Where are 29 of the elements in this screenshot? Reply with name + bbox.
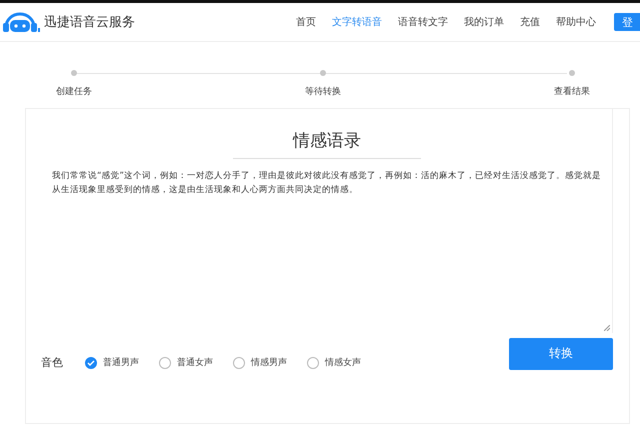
nav-link[interactable]: 我的订单	[456, 15, 512, 29]
step-label: 等待转换	[305, 86, 341, 98]
step-label: 查看结果	[554, 86, 590, 98]
step-dot	[569, 70, 575, 76]
brand-name: 迅捷语音云服务	[44, 14, 135, 31]
check-icon	[87, 360, 95, 366]
radio-button[interactable]	[85, 356, 97, 368]
nav-link[interactable]: 语音转文字	[390, 15, 456, 29]
step-dot	[320, 70, 326, 76]
radio-label[interactable]: 普通男声	[103, 356, 139, 369]
resize-grip-icon[interactable]	[604, 325, 610, 331]
radio-button[interactable]	[307, 356, 319, 368]
radio-button[interactable]	[233, 356, 245, 368]
step-label: 创建任务	[56, 86, 92, 98]
text-title: 情感语录	[233, 129, 421, 159]
text-area[interactable]: 情感语录 我们常常说“感觉”这个词，例如：一对恋人分手了，理由是彼此对彼此没有感觉了，再例如：活的麻木了，已经对生活没感觉了。感觉就是从生活现象里感受到的情感，这是由生活现象和人心两方面共同决定的情感。	[26, 109, 613, 333]
nav-link[interactable]: 充值	[512, 15, 548, 29]
radio-button[interactable]	[159, 356, 171, 368]
nav-link[interactable]: 首页	[288, 15, 324, 29]
step-dot	[71, 70, 77, 76]
body-text: 我们常常说“感觉”这个词，例如：一对恋人分手了，理由是彼此对彼此没有感觉了，再例如：活的麻木了，已经对生活没感觉了。感觉就是从生活现象里感受到的情感，这是由生活现象和人心两方面共同决定的情感。	[52, 170, 602, 197]
radio-label[interactable]: 情感女声	[325, 356, 361, 369]
radio-label[interactable]: 普通女声	[177, 356, 213, 369]
headphones-logo-icon	[0, 11, 40, 33]
login-button[interactable]: 登	[614, 13, 640, 31]
voice-label: 音色	[41, 355, 63, 370]
convert-button[interactable]: 转换	[509, 338, 613, 370]
nav-link[interactable]: 帮助中心	[548, 15, 604, 29]
radio-label[interactable]: 情感男声	[251, 356, 287, 369]
